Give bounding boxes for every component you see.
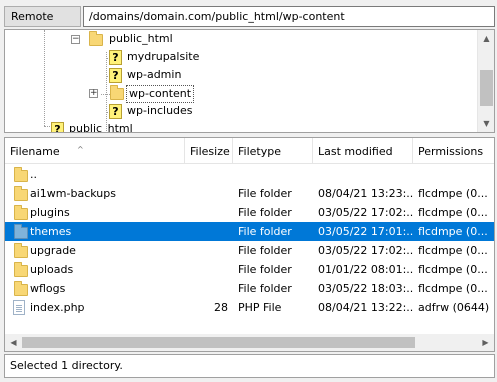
tree-connector [44, 30, 45, 126]
file-modified: 01/01/22 08:01:... [318, 263, 413, 276]
file-type: File folder [238, 282, 292, 295]
tree-item-label: public_html [109, 32, 173, 45]
column-label: Filesize [190, 145, 230, 158]
file-type: File folder [238, 206, 292, 219]
scrollbar-thumb[interactable] [480, 70, 493, 106]
tree-vertical-scrollbar[interactable]: ▲ ▼ [477, 30, 494, 132]
file-name: plugins [30, 206, 70, 219]
remote-site-label: Remote site: [4, 6, 81, 42]
column-filesize[interactable]: Filesize [185, 138, 233, 164]
folder-icon [14, 205, 28, 220]
file-size: 28 [214, 301, 228, 314]
file-type: File folder [238, 263, 292, 276]
file-modified: 03/05/22 17:02:... [318, 244, 413, 257]
file-name: ai1wm-backups [30, 187, 116, 200]
file-modified: 03/05/22 18:03:... [318, 282, 413, 295]
file-name: wflogs [30, 282, 66, 295]
file-name: .. [30, 168, 37, 181]
file-row[interactable]: ai1wm-backups File folder 08/04/21 13:23… [5, 184, 494, 203]
question-icon: ? [109, 68, 122, 83]
expand-toggle-icon[interactable]: + [89, 89, 98, 98]
remote-file-list[interactable]: Filename ^ Filesize Filetype Last modifi… [4, 137, 495, 352]
remote-path-input[interactable]: /domains/domain.com/public_html/wp-conte… [83, 6, 495, 27]
folder-icon [14, 281, 28, 296]
question-icon: ? [109, 50, 122, 65]
file-permissions: flcdmpe (0... [418, 206, 488, 219]
file-permissions: flcdmpe (0... [418, 263, 488, 276]
question-icon: ? [51, 122, 64, 132]
folder-icon [14, 262, 28, 277]
remote-directory-tree[interactable]: − public_html ? mydrupalsite ? wp-admin … [4, 29, 495, 133]
file-row[interactable]: uploads File folder 01/01/22 08:01:... f… [5, 260, 494, 279]
file-permissions: flcdmpe (0... [418, 225, 488, 238]
column-filetype[interactable]: Filetype [233, 138, 313, 164]
scroll-left-arrow-icon[interactable]: ◀ [5, 334, 22, 351]
file-name: index.php [30, 301, 85, 314]
file-modified: 03/05/22 17:01:... [318, 225, 413, 238]
folder-icon [110, 85, 124, 100]
file-modified: 08/04/21 13:22:... [318, 301, 413, 314]
column-permissions[interactable]: Permissions [413, 138, 494, 164]
remote-site-bar: Remote site: /domains/domain.com/public_… [0, 0, 497, 42]
file-permissions: flcdmpe (0... [418, 244, 488, 257]
file-modified: 03/05/22 17:02:... [318, 206, 413, 219]
tree-item-label: wp-admin [127, 68, 182, 81]
file-name: uploads [30, 263, 74, 276]
file-type: File folder [238, 225, 292, 238]
tree-item-label: public_html [69, 122, 133, 133]
file-row[interactable]: plugins File folder 03/05/22 17:02:... f… [5, 203, 494, 222]
php-file-icon [13, 300, 25, 315]
file-list-horizontal-scrollbar[interactable]: ◀ ▶ [5, 334, 494, 351]
scroll-down-arrow-icon[interactable]: ▼ [478, 115, 494, 132]
folder-icon [14, 243, 28, 258]
scrollbar-thumb[interactable] [22, 337, 415, 348]
file-permissions: flcdmpe (0... [418, 282, 488, 295]
collapse-toggle-icon[interactable]: − [71, 35, 80, 44]
file-list-header: Filename ^ Filesize Filetype Last modifi… [5, 138, 494, 164]
column-last-modified[interactable]: Last modified [313, 138, 413, 164]
file-permissions: adfrw (0644) [418, 301, 490, 314]
file-type: File folder [238, 187, 292, 200]
file-name: themes [30, 225, 72, 238]
file-modified: 08/04/21 13:23:... [318, 187, 413, 200]
file-row-selected[interactable]: themes File folder 03/05/22 17:01:... fl… [5, 222, 494, 241]
column-label: Last modified [318, 145, 393, 158]
question-icon: ? [109, 104, 122, 119]
file-row[interactable]: index.php 28 PHP File 08/04/21 13:22:...… [5, 298, 494, 317]
sort-ascending-icon: ^ [77, 145, 84, 154]
file-type: PHP File [238, 301, 282, 314]
file-row[interactable]: wflogs File folder 03/05/22 18:03:... fl… [5, 279, 494, 298]
tree-item-label: mydrupalsite [127, 50, 200, 63]
scroll-up-arrow-icon[interactable]: ▲ [478, 30, 494, 47]
folder-icon [14, 224, 28, 239]
status-bar: Selected 1 directory. [4, 354, 495, 378]
file-type: File folder [238, 244, 292, 257]
tree-item-label: wp-includes [127, 104, 193, 117]
column-label: Filetype [238, 145, 281, 158]
column-label: Filename [10, 145, 60, 158]
column-label: Permissions [418, 145, 484, 158]
file-row[interactable]: upgrade File folder 03/05/22 17:02:... f… [5, 241, 494, 260]
column-filename[interactable]: Filename ^ [5, 138, 185, 164]
folder-icon [14, 186, 28, 201]
file-row-parent[interactable]: .. [5, 165, 494, 184]
scroll-right-arrow-icon[interactable]: ▶ [477, 334, 494, 351]
file-permissions: flcdmpe (0... [418, 187, 488, 200]
tree-item-label: wp-content [126, 85, 195, 103]
file-name: upgrade [30, 244, 76, 257]
folder-icon [89, 31, 103, 46]
folder-icon [14, 167, 28, 182]
